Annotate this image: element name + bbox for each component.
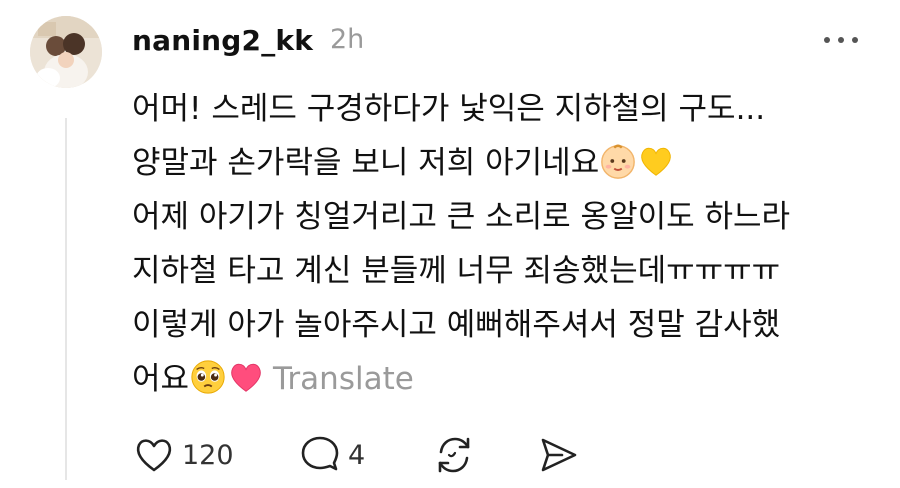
post-text: 어머! 스레드 구경하다가 낯익은 지하철의 구도... bbox=[132, 91, 766, 127]
repost-icon bbox=[438, 437, 470, 473]
reply-button[interactable]: 4 bbox=[298, 430, 365, 480]
avatar-photo bbox=[30, 16, 102, 88]
post-text-line: 어요 Translate bbox=[132, 352, 872, 406]
like-count: 120 bbox=[182, 439, 234, 471]
post-text: 어요 bbox=[132, 361, 190, 397]
post-text-line: 어제 아기가 칭얼거리고 큰 소리로 옹알이도 하느라 bbox=[132, 190, 872, 244]
more-options-button[interactable] bbox=[818, 30, 864, 50]
reply-count: 4 bbox=[348, 439, 366, 471]
heart-icon bbox=[136, 439, 172, 472]
comment-icon bbox=[301, 436, 339, 471]
translate-link[interactable]: Translate bbox=[273, 361, 414, 397]
share-icon bbox=[541, 438, 577, 472]
post-text: 양말과 손가락을 보니 저희 아기네요 bbox=[132, 145, 600, 181]
like-button[interactable]: 120 bbox=[132, 430, 234, 480]
post-text-line: 지하철 타고 계신 분들께 너무 죄송했는데ㅠㅠㅠㅠ bbox=[132, 244, 872, 298]
action-bar: 120 4 bbox=[132, 430, 592, 480]
post-text: 지하철 타고 계신 분들께 너무 죄송했는데ㅠㅠㅠㅠ bbox=[132, 253, 781, 289]
baby-face-emoji bbox=[601, 144, 636, 179]
post-text-line: 어머! 스레드 구경하다가 낯익은 지하철의 구도... bbox=[132, 82, 872, 136]
thread-post: naning2_kk 2h 어머! 스레드 구경하다가 낯익은 지하철의 구도.… bbox=[0, 0, 900, 488]
pleading-face-emoji bbox=[191, 360, 225, 394]
avatar[interactable] bbox=[30, 16, 102, 88]
pink-heart-emoji bbox=[231, 363, 261, 392]
repost-button[interactable] bbox=[432, 430, 476, 480]
timestamp: 2h bbox=[330, 24, 365, 55]
username[interactable]: naning2_kk bbox=[132, 24, 313, 57]
post-text-line: 양말과 손가락을 보니 저희 아기네요 bbox=[132, 136, 872, 190]
share-button[interactable] bbox=[536, 430, 580, 480]
thread-line bbox=[65, 118, 67, 480]
post-body: 어머! 스레드 구경하다가 낯익은 지하철의 구도... 양말과 손가락을 보니… bbox=[132, 82, 872, 406]
yellow-heart-emoji bbox=[641, 147, 671, 176]
more-icon bbox=[824, 37, 858, 43]
post-text: 어제 아기가 칭얼거리고 큰 소리로 옹알이도 하느라 bbox=[132, 199, 791, 235]
post-text: 이렇게 아가 놀아주시고 예뻐해주셔서 정말 감사했 bbox=[132, 307, 781, 343]
post-text-line: 이렇게 아가 놀아주시고 예뻐해주셔서 정말 감사했 bbox=[132, 298, 872, 352]
